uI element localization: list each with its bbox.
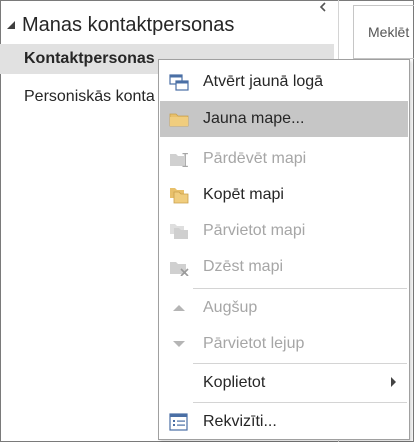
menu-item-new-folder[interactable]: Jauna mape... bbox=[160, 101, 408, 137]
menu-item-label: Kopēt mapi bbox=[203, 186, 284, 203]
nav-header-group[interactable]: Manas kontaktpersonas bbox=[4, 10, 334, 40]
menu-item-label: Dzēst mapi bbox=[203, 258, 284, 275]
menu-item-move-up[interactable]: Augšup bbox=[160, 290, 408, 326]
menu-item-label: Koplietot bbox=[203, 374, 266, 391]
expand-triangle-icon[interactable] bbox=[6, 20, 16, 30]
nav-group-title: Manas kontaktpersonas bbox=[22, 13, 235, 36]
menu-item-move-folder[interactable]: Pārvietot mapi bbox=[160, 213, 408, 249]
down-arrow-icon bbox=[173, 341, 185, 347]
menu-item-move-down[interactable]: Pārvietot lejup bbox=[160, 326, 408, 362]
menu-item-label: Jauna mape... bbox=[203, 110, 305, 127]
new-window-icon bbox=[169, 74, 189, 91]
folder-icon bbox=[169, 113, 189, 127]
menu-item-label: Augšup bbox=[203, 299, 258, 316]
collapse-pane-icon[interactable] bbox=[316, 0, 330, 16]
search-placeholder: Meklēt bbox=[368, 24, 410, 40]
menu-separator bbox=[193, 363, 407, 364]
nav-item-label: Kontaktpersonas bbox=[24, 50, 155, 67]
menu-item-label: Pārvietot lejup bbox=[203, 335, 305, 352]
menu-item-open-new-window[interactable]: Atvērt jaunā logā bbox=[160, 64, 408, 100]
delete-folder-icon bbox=[170, 262, 189, 276]
search-input[interactable]: Meklēt bbox=[353, 5, 414, 59]
menu-item-label: Rekvizīti... bbox=[203, 413, 277, 430]
up-arrow-icon bbox=[173, 305, 185, 311]
context-menu: Atvērt jaunā logā Jauna mape... Pārdēvēt… bbox=[158, 59, 410, 440]
copy-folder-icon bbox=[170, 188, 189, 204]
menu-item-share[interactable]: Koplietot bbox=[160, 365, 408, 401]
menu-item-label: Pārdēvēt mapi bbox=[203, 150, 307, 167]
menu-separator bbox=[193, 402, 407, 403]
submenu-arrow-icon bbox=[391, 377, 396, 387]
properties-icon bbox=[169, 413, 188, 431]
nav-item-label: Personiskās konta bbox=[24, 88, 155, 105]
menu-item-rename-folder[interactable]: Pārdēvēt mapi bbox=[160, 141, 408, 177]
rename-folder-icon bbox=[170, 153, 188, 167]
move-folder-icon bbox=[170, 224, 188, 239]
menu-item-delete-folder[interactable]: Dzēst mapi bbox=[160, 249, 408, 285]
menu-separator bbox=[193, 288, 407, 289]
menu-item-properties[interactable]: Rekvizīti... bbox=[160, 404, 408, 440]
menu-item-copy-folder[interactable]: Kopēt mapi bbox=[160, 177, 408, 213]
menu-item-label: Atvērt jaunā logā bbox=[203, 73, 324, 90]
menu-item-label: Pārvietot mapi bbox=[203, 222, 306, 239]
